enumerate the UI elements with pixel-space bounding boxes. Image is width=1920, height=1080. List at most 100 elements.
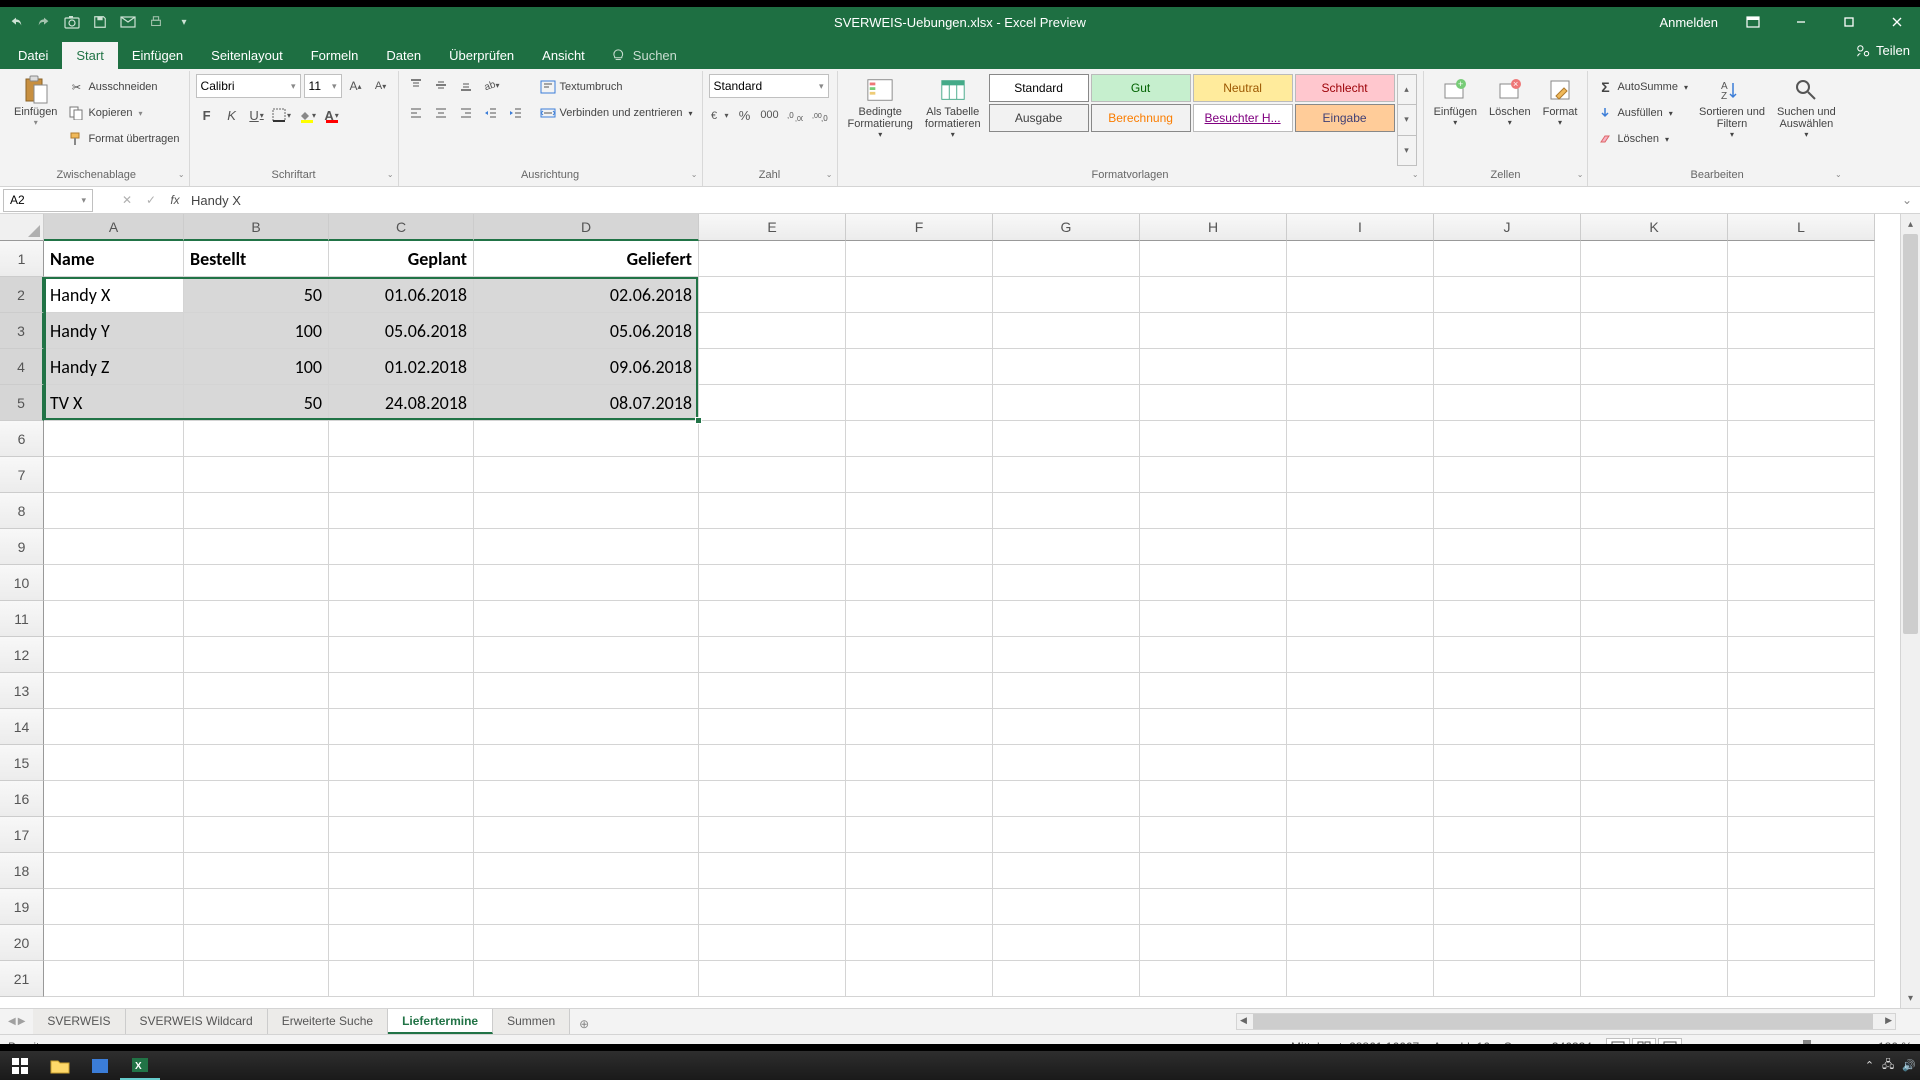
sheet-tab[interactable]: Summen [493,1009,570,1034]
cell[interactable] [44,709,184,745]
cell[interactable] [184,961,329,997]
cell[interactable] [846,277,993,313]
cell[interactable] [1728,457,1875,493]
tab-tell-me[interactable]: Suchen [599,42,691,69]
cell[interactable] [1287,781,1434,817]
sheet-tab[interactable]: SVERWEIS [33,1009,125,1034]
tab-start[interactable]: Start [62,42,117,69]
cell[interactable] [1728,817,1875,853]
vertical-scrollbar[interactable]: ▴ ▾ [1900,214,1920,1008]
fill-button[interactable]: Ausfüllen▾ [1594,100,1691,126]
cell[interactable] [184,637,329,673]
column-header[interactable]: G [993,214,1140,241]
row-header[interactable]: 19 [0,889,44,925]
cell[interactable] [1287,853,1434,889]
cell[interactable] [474,709,699,745]
cell[interactable] [699,961,846,997]
cell[interactable] [44,565,184,601]
sheet-nav[interactable]: ◀▶ [0,1016,33,1027]
cell[interactable] [699,925,846,961]
cell[interactable] [1140,313,1287,349]
cell[interactable] [846,889,993,925]
cell[interactable] [846,709,993,745]
cell[interactable] [1140,277,1287,313]
cell[interactable] [1434,673,1581,709]
fill-handle[interactable] [695,417,702,424]
align-right-button[interactable] [455,102,477,124]
cell[interactable] [44,637,184,673]
name-box[interactable]: A2▾ [3,189,93,212]
cell[interactable] [1581,349,1728,385]
cell[interactable] [1140,637,1287,673]
cell[interactable] [1287,817,1434,853]
cell[interactable] [1140,565,1287,601]
cell[interactable]: 100 [184,313,329,349]
style-swatch[interactable]: Schlecht [1295,74,1395,102]
sheet-tab[interactable]: Liefertermine [388,1009,493,1034]
cell[interactable] [1728,889,1875,925]
cell[interactable] [993,889,1140,925]
comma-button[interactable]: 000 [759,104,781,126]
cell[interactable] [1581,673,1728,709]
cell[interactable] [1287,313,1434,349]
cell[interactable] [1728,709,1875,745]
cell[interactable] [1287,493,1434,529]
cell[interactable] [1287,709,1434,745]
cell[interactable] [474,601,699,637]
tab-file[interactable]: Datei [4,42,62,69]
cell[interactable] [329,817,474,853]
cell[interactable] [1581,817,1728,853]
cell[interactable] [1140,745,1287,781]
cell[interactable] [846,529,993,565]
cell[interactable] [993,349,1140,385]
tab-daten[interactable]: Daten [372,42,435,69]
cell[interactable] [184,709,329,745]
cell[interactable]: 50 [184,277,329,313]
cell[interactable] [846,349,993,385]
cell[interactable] [1434,493,1581,529]
cell[interactable] [44,673,184,709]
sheet-tab[interactable]: Erweiterte Suche [268,1009,388,1034]
cell[interactable] [846,421,993,457]
cell[interactable] [699,889,846,925]
cell[interactable] [846,601,993,637]
cell[interactable] [993,925,1140,961]
cell[interactable]: Name [44,241,184,277]
start-button[interactable] [0,1051,40,1080]
cell[interactable] [329,529,474,565]
style-swatch[interactable]: Berechnung [1091,104,1191,132]
increase-font-button[interactable]: A▴ [345,75,367,97]
cell[interactable]: Handy Z [44,349,184,385]
accounting-format-button[interactable]: €▾ [709,104,731,126]
cell[interactable] [184,457,329,493]
cell[interactable] [1434,961,1581,997]
row-header[interactable]: 13 [0,673,44,709]
style-swatch[interactable]: Neutral [1193,74,1293,102]
format-painter-button[interactable]: Format übertragen [65,126,182,152]
cell[interactable] [1434,601,1581,637]
cell[interactable] [1287,241,1434,277]
cell[interactable] [329,493,474,529]
cell[interactable]: 100 [184,349,329,385]
cell[interactable] [329,889,474,925]
cell[interactable] [1140,349,1287,385]
delete-cells-button[interactable]: ×Löschen▾ [1485,74,1535,166]
cell[interactable] [993,241,1140,277]
email-icon[interactable] [118,12,138,32]
fill-color-button[interactable]: ▾ [296,104,318,126]
cell[interactable] [846,565,993,601]
cell[interactable] [846,961,993,997]
undo-button[interactable] [6,12,26,32]
cell[interactable] [1728,349,1875,385]
increase-decimal-button[interactable]: ,0,00 [784,104,806,126]
cell[interactable]: Geliefert [474,241,699,277]
row-header[interactable]: 20 [0,925,44,961]
cell[interactable] [1581,313,1728,349]
cell[interactable] [1728,313,1875,349]
cell[interactable] [474,961,699,997]
cell[interactable] [846,781,993,817]
cell[interactable] [1140,529,1287,565]
align-left-button[interactable] [405,102,427,124]
cell[interactable] [1140,457,1287,493]
cell[interactable] [44,493,184,529]
